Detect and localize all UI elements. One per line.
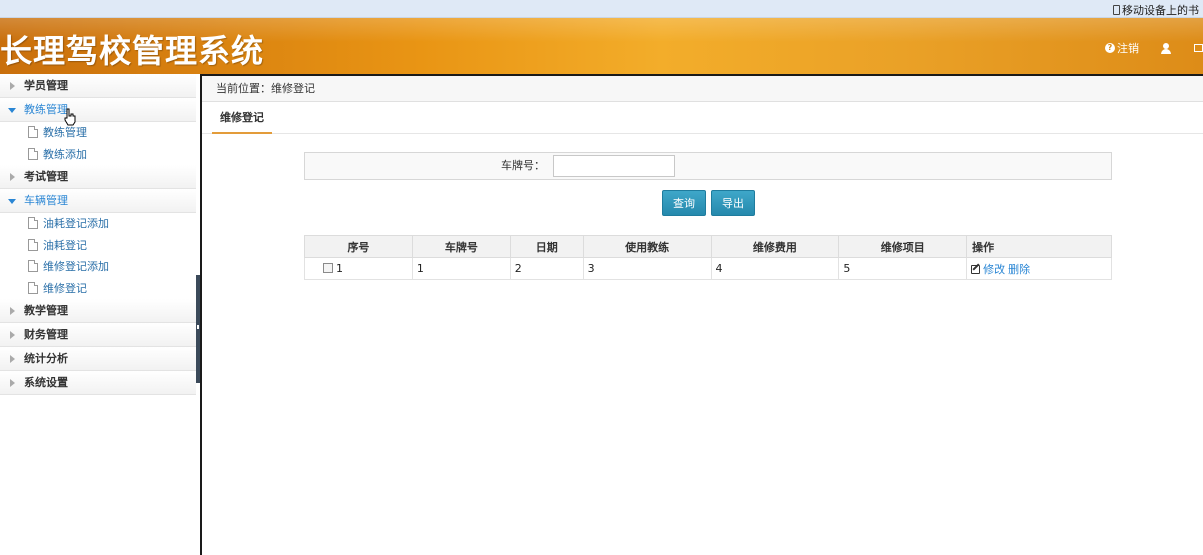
search-panel: 车牌号：: [304, 152, 1112, 180]
document-icon: [28, 260, 38, 272]
sidebar-menu-label: 车辆管理: [24, 194, 68, 207]
document-icon: [28, 217, 38, 229]
sidebar-item-label: 教练添加: [43, 147, 87, 161]
delete-link[interactable]: 删除: [1008, 263, 1030, 276]
sidebar-item-label: 教练管理: [43, 126, 87, 139]
sidebar-menu-settings[interactable]: 系统设置: [0, 371, 196, 395]
sidebar-menu-label: 教练管理: [24, 103, 68, 116]
sidebar-menu-label: 考试管理: [24, 170, 68, 183]
sidebar-menu-label: 统计分析: [24, 352, 68, 365]
sidebar-item-coach-manage[interactable]: 教练管理: [0, 122, 196, 144]
tab-bar: 维修登记: [202, 102, 1203, 134]
col-header-actions: 操作: [966, 235, 1112, 258]
caret-down-icon: [8, 199, 16, 204]
sidebar-item-label: 油耗登记: [43, 238, 87, 252]
sidebar-item-repair-log[interactable]: 维修登记: [0, 278, 196, 300]
col-header-item: 维修项目: [838, 235, 968, 258]
hand-cursor-icon: [64, 108, 76, 126]
mobile-device-link[interactable]: 移动设备上的书: [1113, 2, 1199, 18]
mobile-link-label: 移动设备上的书: [1122, 4, 1199, 17]
sidebar-item-fuel-log[interactable]: 油耗登记: [0, 235, 196, 257]
caret-right-icon: [10, 307, 15, 315]
cell-item: 5: [838, 257, 968, 280]
user-icon[interactable]: [1160, 42, 1171, 54]
sidebar-menu-finance[interactable]: 财务管理: [0, 323, 196, 347]
caret-right-icon: [10, 379, 15, 387]
sidebar: 学员管理 教练管理 教练管理 教练添加 考试管理 车辆管理 油耗登记添加 油耗登…: [0, 74, 196, 555]
plate-number-label: 车牌号：: [501, 159, 545, 172]
col-header-plate: 车牌号: [411, 235, 511, 258]
edit-link[interactable]: 修改: [983, 263, 1005, 276]
sidebar-item-label: 维修登记添加: [43, 260, 109, 273]
table-header-row: 序号 车牌号 日期 使用教练 维修费用 维修项目 操作: [304, 235, 1112, 258]
caret-right-icon: [10, 82, 15, 90]
sidebar-item-coach-add[interactable]: 教练添加: [0, 144, 196, 166]
top-strip: 移动设备上的书: [0, 0, 1203, 18]
cell-date: 2: [509, 257, 584, 280]
main-content: 当前位置：维修登记 维修登记 车牌号： 查询 导出 序号 车牌号 日期 使用教练…: [200, 74, 1203, 555]
cell-plate: 1: [411, 257, 511, 280]
sidebar-menu-students[interactable]: 学员管理: [0, 74, 196, 98]
cell-cost: 4: [710, 257, 840, 280]
sidebar-menu-label: 系统设置: [24, 376, 68, 389]
help-icon: ?: [1105, 43, 1115, 53]
row-checkbox[interactable]: [323, 263, 333, 273]
cell-index: 1: [304, 257, 413, 280]
sidebar-menu-label: 学员管理: [24, 79, 68, 92]
caret-right-icon: [10, 173, 15, 181]
sidebar-item-repair-add[interactable]: 维修登记添加: [0, 256, 196, 278]
col-header-index: 序号: [304, 235, 413, 258]
tab-repair-log[interactable]: 维修登记: [212, 102, 272, 134]
sidebar-item-label: 油耗登记添加: [43, 217, 109, 230]
document-icon: [28, 281, 38, 294]
repair-table: 序号 车牌号 日期 使用教练 维修费用 维修项目 操作 1 1 2 3 4 5 …: [304, 235, 1112, 280]
sidebar-menu-exams[interactable]: 考试管理: [0, 165, 196, 189]
document-icon: [28, 238, 38, 251]
sidebar-item-label: 维修登记: [43, 281, 87, 295]
caret-right-icon: [10, 355, 15, 363]
table-row: 1 1 2 3 4 5 修改 删除: [304, 257, 1112, 280]
document-icon: [28, 147, 38, 160]
sidebar-menu-label: 财务管理: [24, 328, 68, 341]
caret-right-icon: [10, 331, 15, 339]
app-title: 长理驾校管理系统: [0, 32, 265, 70]
export-button[interactable]: 导出: [711, 190, 755, 216]
cell-actions: 修改 删除: [966, 257, 1112, 280]
breadcrumb: 当前位置：维修登记: [202, 76, 1203, 102]
edit-icon: [971, 264, 981, 274]
mail-icon[interactable]: [1194, 44, 1203, 52]
sidebar-item-fuel-add[interactable]: 油耗登记添加: [0, 213, 196, 235]
col-header-coach: 使用教练: [582, 235, 712, 258]
sidebar-menu-coaches[interactable]: 教练管理: [0, 98, 196, 122]
document-icon: [28, 126, 38, 138]
cell-coach: 3: [582, 257, 712, 280]
sidebar-menu-vehicles[interactable]: 车辆管理: [0, 189, 196, 213]
sidebar-menu-label: 教学管理: [24, 304, 68, 317]
plate-number-input[interactable]: [553, 155, 675, 177]
logout-link[interactable]: 注销: [1117, 40, 1139, 56]
header-actions: ? 注销: [1105, 40, 1203, 56]
app-header: 长理驾校管理系统 ? 注销: [0, 18, 1203, 74]
caret-down-icon: [8, 108, 16, 113]
col-header-date: 日期: [509, 235, 584, 258]
sidebar-menu-teaching[interactable]: 教学管理: [0, 299, 196, 323]
col-header-cost: 维修费用: [710, 235, 840, 258]
cell-index-value: 1: [336, 262, 343, 275]
sidebar-menu-statistics[interactable]: 统计分析: [0, 347, 196, 371]
phone-icon: [1113, 5, 1120, 15]
query-button[interactable]: 查询: [662, 190, 706, 216]
